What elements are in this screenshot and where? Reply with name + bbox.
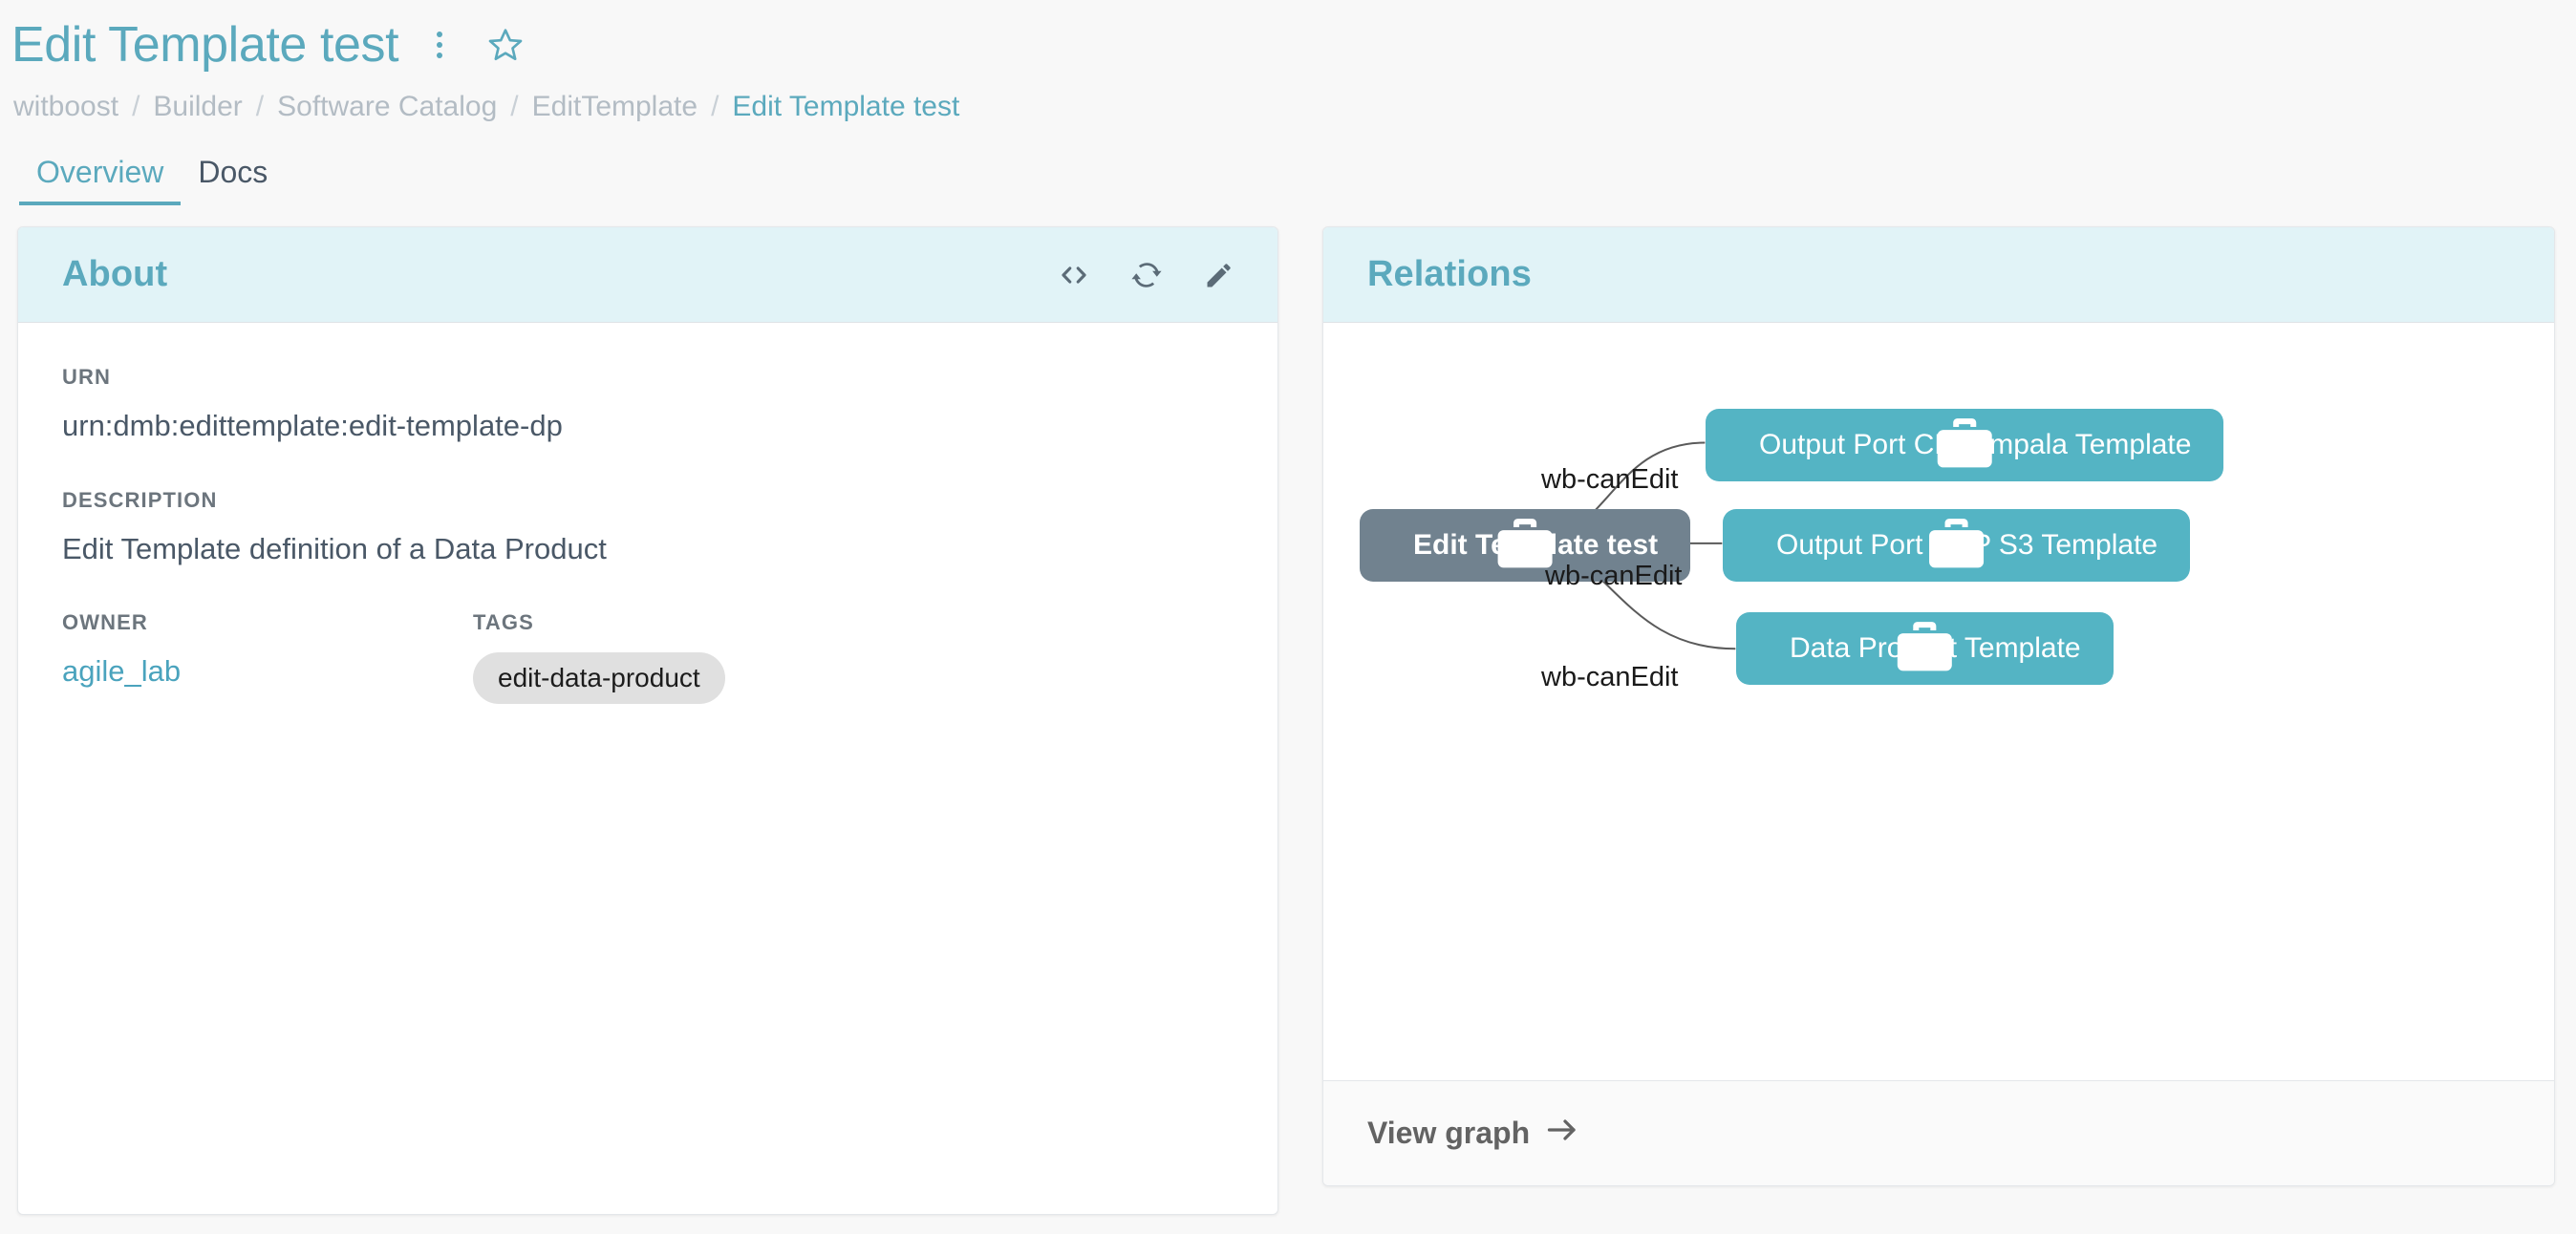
relations-card-header: Relations — [1323, 227, 2554, 324]
tab-overview[interactable]: Overview — [19, 154, 182, 206]
relations-graph[interactable]: Edit Template test Output Port CDP Impal… — [1323, 323, 2554, 1081]
description-value: Edit Template definition of a Data Produ… — [62, 531, 607, 565]
owner-tags-row: OWNER agile_lab TAGS edit-data-product — [62, 610, 1234, 704]
view-graph-label: View graph — [1367, 1116, 1531, 1151]
page-title: Edit Template test — [11, 17, 399, 73]
code-brackets-icon[interactable] — [1052, 253, 1096, 297]
title-row: Edit Template test — [11, 10, 2576, 80]
content-area: About URN urn:dmb:edittemplate:edit-temp… — [0, 205, 2576, 1216]
about-card-title: About — [62, 254, 168, 295]
tag-chip[interactable]: edit-data-product — [473, 651, 725, 704]
view-graph-button[interactable]: View graph — [1367, 1116, 1579, 1152]
field-owner: OWNER agile_lab — [62, 610, 473, 704]
tab-docs[interactable]: Docs — [181, 154, 285, 205]
breadcrumb-separator: / — [132, 91, 140, 122]
breadcrumb-separator: / — [510, 91, 519, 122]
breadcrumb-item-witboost[interactable]: witboost — [13, 88, 118, 125]
about-card: About URN urn:dmb:edittemplate:edit-temp… — [17, 226, 1278, 1216]
owner-label: OWNER — [62, 609, 148, 634]
breadcrumb-item-edittemplate[interactable]: EditTemplate — [532, 88, 698, 125]
about-card-body: URN urn:dmb:edittemplate:edit-template-d… — [18, 323, 1277, 704]
breadcrumb: witboost / Builder / Software Catalog / … — [13, 88, 2576, 125]
arrow-right-icon — [1545, 1116, 1579, 1152]
breadcrumb-item-builder[interactable]: Builder — [153, 88, 242, 125]
breadcrumb-item-software-catalog[interactable]: Software Catalog — [277, 88, 497, 125]
relations-card-footer: View graph — [1323, 1080, 2554, 1186]
tags-label: TAGS — [473, 609, 534, 634]
relations-card-title: Relations — [1367, 254, 1532, 295]
breadcrumb-separator: / — [711, 91, 719, 122]
graph-node-output-port-cdp-impala-template[interactable]: Output Port CDP Impala Template — [1706, 409, 2224, 482]
page-root: Edit Template test witboost / Builder / … — [0, 0, 2576, 1234]
owner-link[interactable]: agile_lab — [62, 654, 181, 688]
description-label: DESCRIPTION — [62, 487, 218, 512]
about-card-header: About — [18, 227, 1277, 324]
graph-edge-label-1: wb-canEdit — [1541, 464, 1679, 496]
owner-value-wrap: agile_lab — [62, 652, 473, 691]
refresh-sync-icon[interactable] — [1125, 253, 1169, 297]
about-card-actions — [1052, 253, 1241, 297]
tags-list: edit-data-product — [473, 651, 725, 704]
relations-card: Relations Edit Template tes — [1322, 226, 2555, 1187]
field-tags: TAGS edit-data-product — [473, 610, 725, 704]
more-vert-icon[interactable] — [423, 22, 456, 68]
field-urn: URN urn:dmb:edittemplate:edit-template-d… — [62, 365, 1234, 445]
field-description: DESCRIPTION Edit Template definition of … — [62, 488, 1234, 568]
urn-label: URN — [62, 365, 111, 390]
tab-bar: Overview Docs — [19, 154, 2576, 206]
graph-edge-label-3: wb-canEdit — [1541, 662, 1679, 693]
pencil-icon[interactable] — [1197, 253, 1241, 297]
breadcrumb-item-current: Edit Template test — [732, 91, 960, 122]
graph-node-data-product-template[interactable]: Data Product Template — [1736, 612, 2114, 686]
graph-edge-label-2: wb-canEdit — [1545, 561, 1683, 592]
urn-value: urn:dmb:edittemplate:edit-template-dp — [62, 409, 563, 443]
breadcrumb-separator: / — [255, 91, 265, 122]
graph-node-output-port-cdp-s3-template[interactable]: Output Port CDP S3 Template — [1723, 509, 2191, 583]
star-outline-icon[interactable] — [481, 20, 530, 70]
page-header: Edit Template test witboost / Builder / … — [0, 0, 2576, 206]
